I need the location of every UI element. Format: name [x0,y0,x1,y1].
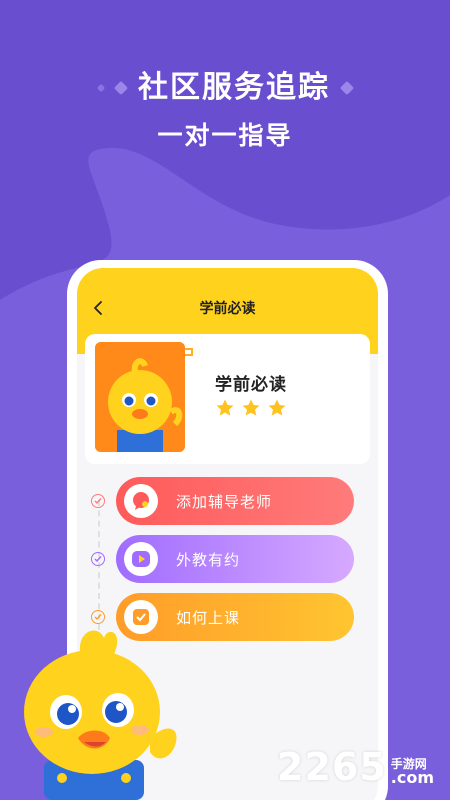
promo-headline: 社区服务追踪 一对一指导 [0,66,450,152]
duck-mascot-illustration [24,630,177,800]
app-topbar: 学前必读 [77,268,378,324]
step-check-icon [91,494,105,508]
course-card[interactable]: 学前必读 [85,334,370,464]
watermark-number: 2265 [277,745,387,789]
star-icon [216,399,234,416]
site-watermark: 2265 手游网 .com [277,748,434,786]
rating-stars [215,398,287,418]
headline-line1-wrap: 社区服务追踪 [96,66,355,110]
course-cover-image [95,342,185,452]
diamond-decoration-icon [339,80,355,96]
step-foreign-teacher-button[interactable]: 外教有约 [116,535,354,583]
watermark-domain: .com [390,768,434,787]
duck-mascot-icon [95,342,185,452]
step-check-icon [91,552,105,566]
course-title: 学前必读 [215,375,287,395]
diamond-decoration-icon [113,80,129,96]
watermark-side: 手游网 .com [391,758,434,786]
step-label: 外教有约 [176,550,241,569]
topbar-title: 学前必读 [199,301,256,317]
chat-icon [124,484,158,518]
star-icon [268,399,286,416]
step-add-tutor-button[interactable]: 添加辅导老师 [116,477,354,525]
cover-tab-decoration [185,348,193,356]
headline-subtitle: 一对一指导 [157,121,293,150]
diamond-decoration-icon [96,83,106,93]
back-arrow-icon[interactable] [89,298,109,318]
star-icon [242,399,260,416]
headline-title: 社区服务追踪 [138,70,330,105]
play-icon [124,542,158,576]
step-label: 添加辅导老师 [176,492,273,511]
